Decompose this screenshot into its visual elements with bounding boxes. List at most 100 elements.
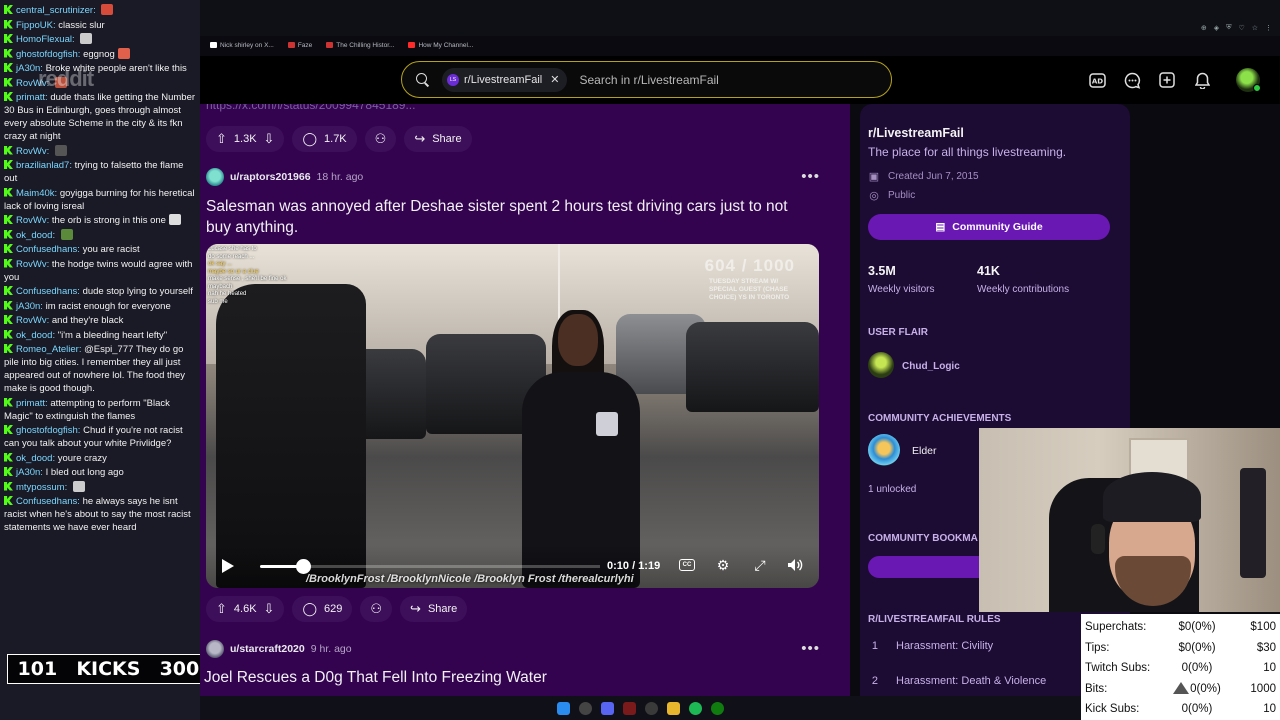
chat-username[interactable]: Maim40k: [16,188,57,199]
search-bar[interactable]: LS r/LivestreamFail ✕ [401,61,892,98]
chat-message: jA30n: Broke white people aren't like th… [4,62,196,75]
chat-message: jA30n: im racist enough for everyone [4,300,196,313]
post-title[interactable]: Salesman was annoyed after Deshae sister… [206,196,816,238]
chat-username[interactable]: Confusedhans: [16,244,80,255]
play-icon[interactable] [222,559,234,573]
kicks-goal-bar: 101 KICKS 3000 [7,654,223,684]
chat-username[interactable]: brazilianlad7: [16,160,72,171]
folder-icon[interactable] [667,701,680,715]
advertise-icon[interactable]: AD [1088,71,1106,89]
upvote-icon[interactable]: ⇧ [216,601,227,617]
chat-username[interactable]: central_scrutinizer: [16,5,96,16]
chat-username[interactable]: ok_dood: [16,330,55,341]
achievement-name[interactable]: Elder [912,445,937,457]
stream-chat-line: do some reach ... [208,253,255,260]
fullscreen-icon[interactable]: ⤢ [751,556,769,574]
author-avatar[interactable] [206,640,224,658]
spotify-icon[interactable] [689,701,702,715]
close-icon[interactable]: ✕ [550,73,559,86]
bookmark-item[interactable]: How My Channel... [408,42,473,49]
share-button[interactable]: ↪ Share [400,596,468,622]
seek-handle[interactable] [296,559,311,574]
star-icon[interactable]: ☆ [1252,24,1258,32]
kick-badge-icon [4,496,13,505]
more-options-icon[interactable]: ••• [801,640,820,657]
heart-icon[interactable]: ♡ [1238,24,1244,32]
extension-icon[interactable]: ◈ [1214,24,1219,32]
tab-strip [200,0,1280,36]
community-name[interactable]: r/LivestreamFail [868,126,964,140]
chat-username[interactable]: RovWv: [16,259,49,270]
chat-username[interactable]: ghostofdogfish: [16,425,80,436]
chat-username[interactable]: RovWv: [16,215,49,226]
donation-goal-row: Bits: 0(0%) 1000 [1085,679,1276,700]
video-time: 0:10 / 1:19 [607,560,661,572]
chat-username[interactable]: Confusedhans: [16,286,80,297]
upvote-icon[interactable]: ⇧ [216,131,227,147]
post-author[interactable]: u/starcraft2020 [230,643,305,655]
award-button[interactable]: ⚇ [360,596,393,622]
post-author[interactable]: u/raptors201966 [230,171,311,183]
flair-name[interactable]: Chud_Logic [902,361,960,372]
achievements-unlocked[interactable]: 1 unlocked [868,484,916,495]
user-avatar[interactable] [1236,68,1261,92]
comments-button[interactable]: ◯ 629 [292,596,353,622]
app-icon[interactable] [623,701,636,715]
webcam-background-clothes [1240,468,1266,578]
author-avatar[interactable] [206,168,224,186]
search-icon[interactable] [579,701,592,715]
windows-taskbar [200,696,1081,720]
search-input[interactable] [579,72,880,87]
chat-username[interactable]: primatt: [16,398,48,409]
bookmark-item[interactable]: Faze [287,42,312,49]
user-flair-heading: USER FLAIR [868,327,928,338]
chat-username[interactable]: primatt: [16,92,48,103]
chat-username[interactable]: ghostofdogfish: [16,49,80,60]
chat-text: classic slur [58,19,105,31]
community-guide-button[interactable]: ▤ Community Guide [868,214,1110,240]
menu-icon[interactable]: ⋮ [1265,24,1272,32]
weekly-visitors-label: Weekly visitors [868,284,935,295]
xbox-icon[interactable] [711,701,724,715]
video-player[interactable]: Lucase she has to do some reach ... ok say… [206,244,819,588]
captions-icon[interactable]: CC [679,559,695,571]
comments-button[interactable]: ◯ 1.7K [292,126,357,152]
chat-username[interactable]: ok_dood: [16,453,55,464]
start-icon[interactable] [557,701,570,715]
browser-icon[interactable] [645,701,658,715]
discord-icon[interactable] [601,701,614,715]
post-title[interactable]: Joel Rescues a D0g That Fell Into Freezi… [204,667,547,688]
chat-icon[interactable] [1123,71,1141,89]
bookmark-item[interactable]: The Chilling Histor... [326,42,394,49]
downvote-icon[interactable]: ⇩ [264,131,275,147]
more-options-icon[interactable]: ••• [801,168,820,185]
chat-username[interactable]: jA30n: [16,467,43,478]
subreddit-filter-chip[interactable]: LS r/LivestreamFail ✕ [442,67,568,92]
kick-badge-icon [4,34,13,43]
downvote-icon[interactable]: ⇩ [264,601,275,617]
seek-bar[interactable] [303,565,600,568]
donation-label: Tips: [1085,641,1110,654]
chat-username[interactable]: RovWv: [16,315,49,326]
create-post-icon[interactable] [1158,71,1176,89]
bookmark-favicon-icon [287,42,295,48]
chat-username[interactable]: Romeo_Atelier: [16,344,81,355]
shield-icon[interactable]: ⛨ [1226,24,1231,32]
chat-username[interactable]: HomoFlexual: [16,34,75,45]
settings-gear-icon[interactable]: ⚙ [714,556,732,574]
chat-username[interactable]: jA30n: [16,301,43,312]
chat-username[interactable]: RovWv: [16,146,49,157]
volume-icon[interactable] [786,556,804,574]
rule-item[interactable]: 2 Harassment: Death & Violence [868,675,1046,687]
zoom-icon[interactable]: ⊕ [1201,24,1207,32]
post-link-text[interactable]: https://x.com/i/status/2009947845189... [206,104,415,112]
chat-username[interactable]: FippoUK: [16,20,56,31]
chat-username[interactable]: ok_dood: [16,230,55,241]
bell-icon[interactable] [1193,71,1211,89]
bookmark-item[interactable]: Nick shirley on X... [210,42,274,49]
share-button[interactable]: ↪ Share [404,126,472,152]
award-button[interactable]: ⚇ [364,126,397,152]
chat-username[interactable]: Confusedhans: [16,496,80,507]
rule-item[interactable]: 1 Harassment: Civility [868,640,993,652]
chat-username[interactable]: mtypossum: [16,482,67,493]
